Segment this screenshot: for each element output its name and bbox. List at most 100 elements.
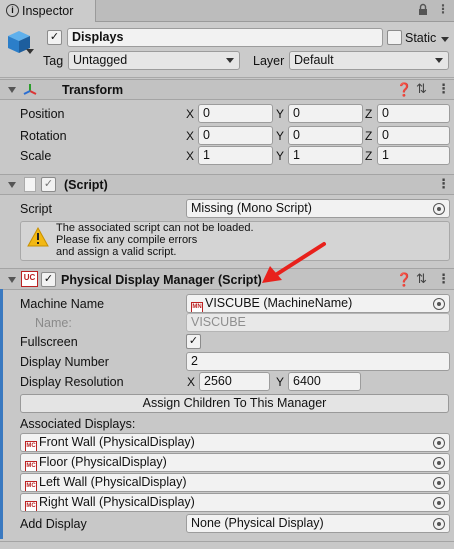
machine-name-object-icon: MN	[191, 302, 203, 312]
transform-icon	[22, 82, 38, 101]
pdm-title: Physical Display Manager (Script)	[61, 273, 262, 287]
menu-icon[interactable]: ⋮	[437, 2, 449, 16]
rotation-y-label[interactable]: Y	[276, 129, 284, 143]
warning-line-2: Please fix any compile errors	[56, 234, 198, 246]
active-checkbox[interactable]: ✓	[47, 30, 62, 45]
rotation-label: Rotation	[20, 129, 67, 143]
scale-x-label[interactable]: X	[186, 149, 194, 163]
tag-dropdown[interactable]: Untagged	[68, 51, 240, 70]
layer-label: Layer	[253, 54, 285, 68]
missing-script-menu-icon[interactable]: ⋮	[437, 176, 450, 192]
machine-name-field[interactable]: MN VISCUBE (MachineName)	[186, 294, 450, 313]
pdm-menu-icon[interactable]: ⋮	[437, 271, 450, 287]
tab-inspector-label: Inspector	[22, 4, 74, 18]
display-picker-icon[interactable]	[433, 437, 445, 449]
missing-script-enabled-checkbox[interactable]: ✓	[41, 177, 56, 192]
position-y-input[interactable]: 0	[288, 104, 363, 123]
add-display-value: None (Physical Display)	[191, 516, 324, 530]
gameobject-name-input[interactable]: Displays	[67, 28, 383, 47]
scale-z-label[interactable]: Z	[365, 149, 372, 163]
rotation-y-input[interactable]: 0	[288, 126, 363, 145]
display-number-label: Display Number	[20, 355, 109, 369]
script-value: Missing (Mono Script)	[191, 201, 312, 215]
rotation-z-input[interactable]: 0	[377, 126, 450, 145]
selection-accent-bar	[0, 289, 3, 539]
physical-display-icon: MC	[25, 461, 37, 471]
scale-y-label[interactable]: Y	[276, 149, 284, 163]
tab-inspector[interactable]: i Inspector	[0, 0, 96, 22]
script-object-field[interactable]: Missing (Mono Script)	[186, 199, 450, 218]
add-display-label: Add Display	[20, 517, 87, 531]
name-readonly-field: VISCUBE	[186, 313, 450, 332]
pdm-foldout-icon[interactable]	[8, 277, 16, 283]
warning-line-3: and assign a valid script.	[56, 246, 177, 258]
display-number-input[interactable]: 2	[186, 352, 450, 371]
static-label: Static	[405, 31, 437, 45]
info-icon: i	[6, 4, 19, 17]
display-picker-icon[interactable]	[433, 477, 445, 489]
scale-y-input[interactable]: 1	[288, 146, 363, 165]
warning-line-1: The associated script can not be loaded.	[56, 222, 254, 234]
context-menu-icon[interactable]: ⋮	[437, 81, 450, 97]
layer-dropdown[interactable]: Default	[289, 51, 449, 70]
display-list-item[interactable]: MC Floor (PhysicalDisplay)	[20, 453, 450, 472]
display-item-label: Right Wall (PhysicalDisplay)	[39, 495, 195, 509]
machine-name-picker-icon[interactable]	[433, 298, 445, 310]
pdm-help-icon[interactable]: ❓	[396, 272, 412, 288]
help-icon[interactable]: ❓	[396, 82, 412, 98]
tag-label: Tag	[43, 54, 64, 68]
tag-value: Untagged	[73, 53, 128, 67]
fullscreen-label: Fullscreen	[20, 335, 78, 349]
layer-value: Default	[294, 53, 334, 67]
transform-foldout-icon[interactable]	[8, 87, 16, 93]
scale-label: Scale	[20, 149, 52, 163]
rotation-x-label[interactable]: X	[186, 129, 194, 143]
display-picker-icon[interactable]	[433, 457, 445, 469]
res-y-input[interactable]: 6400	[288, 372, 361, 391]
position-y-label[interactable]: Y	[276, 107, 284, 121]
pdm-preset-icon[interactable]: ⇅	[416, 271, 427, 287]
assign-children-button[interactable]: Assign Children To This Manager	[20, 394, 449, 413]
display-list-item[interactable]: MC Front Wall (PhysicalDisplay)	[20, 433, 450, 452]
object-picker-icon[interactable]	[433, 203, 445, 215]
fullscreen-checkbox[interactable]: ✓	[186, 334, 201, 349]
position-x-input[interactable]: 0	[198, 104, 273, 123]
display-item-label: Front Wall (PhysicalDisplay)	[39, 435, 195, 449]
preset-icon[interactable]: ⇅	[416, 81, 427, 97]
position-label: Position	[20, 107, 65, 121]
display-list-item[interactable]: MC Right Wall (PhysicalDisplay)	[20, 493, 450, 512]
icon-dropdown-caret[interactable]	[26, 49, 34, 54]
add-display-field[interactable]: None (Physical Display)	[186, 514, 450, 533]
static-dropdown-caret[interactable]	[441, 37, 449, 42]
display-picker-icon[interactable]	[433, 497, 445, 509]
physical-display-icon: MC	[25, 441, 37, 451]
res-x-label[interactable]: X	[187, 375, 195, 389]
physical-display-icon: MC	[25, 481, 37, 491]
script-component-icon: UC	[21, 271, 38, 287]
annotation-arrow-icon	[262, 242, 326, 283]
static-checkbox[interactable]	[387, 30, 402, 45]
res-x-input[interactable]: 2560	[199, 372, 270, 391]
document-icon	[24, 177, 36, 192]
position-x-label[interactable]: X	[186, 107, 194, 121]
add-display-picker-icon[interactable]	[433, 518, 445, 530]
machine-name-value: VISCUBE (MachineName)	[205, 296, 353, 310]
machine-name-label: Machine Name	[20, 297, 105, 311]
physical-display-icon: MC	[25, 501, 37, 511]
warning-icon	[27, 226, 49, 250]
missing-script-title: (Script)	[64, 178, 108, 192]
position-z-input[interactable]: 0	[377, 104, 450, 123]
position-z-label[interactable]: Z	[365, 107, 372, 121]
lock-icon[interactable]	[418, 3, 428, 19]
res-y-label[interactable]: Y	[276, 375, 284, 389]
component-divider	[0, 541, 454, 542]
script-label: Script	[20, 202, 52, 216]
pdm-enabled-checkbox[interactable]: ✓	[41, 272, 56, 287]
missing-script-foldout-icon[interactable]	[8, 182, 16, 188]
display-list-item[interactable]: MC Left Wall (PhysicalDisplay)	[20, 473, 450, 492]
display-item-label: Left Wall (PhysicalDisplay)	[39, 475, 187, 489]
scale-z-input[interactable]: 1	[377, 146, 450, 165]
scale-x-input[interactable]: 1	[198, 146, 273, 165]
rotation-z-label[interactable]: Z	[365, 129, 372, 143]
rotation-x-input[interactable]: 0	[198, 126, 273, 145]
